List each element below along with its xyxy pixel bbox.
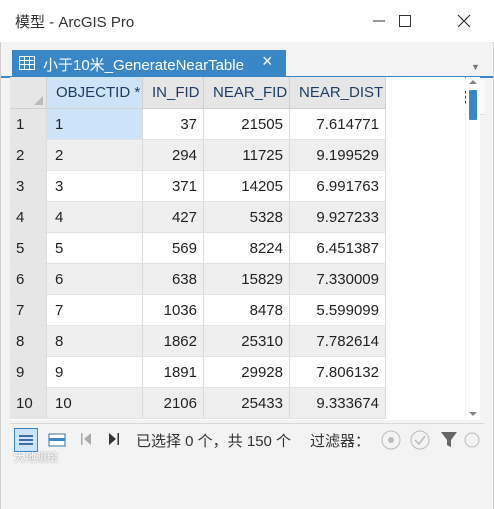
table-cell[interactable]: 7.614771 bbox=[290, 109, 386, 140]
table-cell[interactable]: 29928 bbox=[204, 357, 290, 388]
table-cell[interactable]: 2 bbox=[47, 140, 143, 171]
table-cell[interactable]: 5.599099 bbox=[290, 295, 386, 326]
last-record-icon[interactable] bbox=[108, 432, 120, 451]
table-cell[interactable]: 10 bbox=[47, 388, 143, 419]
list-view-icon bbox=[19, 435, 33, 445]
table-cell[interactable]: 15829 bbox=[204, 264, 290, 295]
row-header[interactable]: 3 bbox=[10, 171, 47, 202]
table-cell[interactable]: 3 bbox=[47, 171, 143, 202]
table-cell[interactable]: 9.333674 bbox=[290, 388, 386, 419]
maximize-button[interactable] bbox=[382, 0, 428, 42]
selected-list-icon bbox=[48, 433, 66, 447]
table-cell[interactable]: 9 bbox=[47, 357, 143, 388]
row-header[interactable]: 10 bbox=[10, 388, 47, 419]
table-cell[interactable]: 1862 bbox=[143, 326, 204, 357]
table-icon bbox=[19, 56, 35, 75]
row-header[interactable]: 7 bbox=[10, 295, 47, 326]
table-cell[interactable]: 25433 bbox=[204, 388, 290, 419]
column-header[interactable]: OBJECTID * bbox=[47, 77, 143, 109]
table-cell[interactable]: 371 bbox=[143, 171, 204, 202]
table-cell[interactable]: 1891 bbox=[143, 357, 204, 388]
filter-label: 过滤器： bbox=[310, 433, 371, 450]
first-record-icon[interactable] bbox=[80, 432, 92, 451]
table-cell[interactable]: 1 bbox=[47, 109, 143, 140]
table-cell[interactable]: 9.199529 bbox=[290, 140, 386, 171]
scroll-down-icon bbox=[469, 412, 477, 416]
filter-icon[interactable] bbox=[439, 429, 461, 456]
table-cell[interactable]: 9.927233 bbox=[290, 202, 386, 233]
tab-label: 小于10米_GenerateNearTable bbox=[43, 57, 244, 74]
column-header[interactable]: NEAR_FID bbox=[204, 77, 290, 109]
column-header[interactable]: IN_FID bbox=[143, 77, 204, 109]
table-cell[interactable]: 8224 bbox=[204, 233, 290, 264]
selection-count: 已选择 0 个，共 150 个 bbox=[136, 433, 292, 450]
filter-selection-icon[interactable] bbox=[409, 429, 431, 456]
row-header[interactable]: 5 bbox=[10, 233, 47, 264]
table-cell[interactable]: 11725 bbox=[204, 140, 290, 171]
table-cell[interactable]: 5328 bbox=[204, 202, 290, 233]
filter-extent-icon[interactable] bbox=[380, 429, 402, 456]
row-header[interactable]: 1 bbox=[10, 109, 47, 140]
row-header[interactable]: 9 bbox=[10, 357, 47, 388]
table-cell[interactable]: 7.782614 bbox=[290, 326, 386, 357]
table-cell[interactable]: 8478 bbox=[204, 295, 290, 326]
table-cell[interactable]: 25310 bbox=[204, 326, 290, 357]
tab-menu-chevron-icon[interactable]: ▼ bbox=[471, 62, 480, 72]
column-header[interactable]: NEAR_DIST bbox=[290, 77, 386, 109]
title-bar: 模型 - ArcGIS Pro bbox=[0, 0, 494, 42]
maximize-icon bbox=[399, 15, 411, 27]
watermark: 大地测绘 bbox=[14, 452, 58, 464]
row-header[interactable]: 8 bbox=[10, 326, 47, 357]
table-cell[interactable]: 7.330009 bbox=[290, 264, 386, 295]
window-title: 模型 - ArcGIS Pro bbox=[15, 14, 135, 31]
table-cell[interactable]: 1036 bbox=[143, 295, 204, 326]
table-cell[interactable]: 294 bbox=[143, 140, 204, 171]
table-cell[interactable]: 6.451387 bbox=[290, 233, 386, 264]
table-cell[interactable]: 14205 bbox=[204, 171, 290, 202]
zoom-settings-icon[interactable] bbox=[463, 429, 481, 456]
show-selected-records-button[interactable] bbox=[46, 429, 68, 451]
table-cell[interactable]: 8 bbox=[47, 326, 143, 357]
table-cell[interactable]: 21505 bbox=[204, 109, 290, 140]
tab-close-icon[interactable]: × bbox=[262, 51, 273, 72]
attribute-table-grid: OBJECTID * IN_FID NEAR_FID NEAR_DIST 1 1 37 215… bbox=[10, 77, 465, 420]
row-header[interactable]: 4 bbox=[10, 202, 47, 233]
tab-near-table[interactable]: 小于10米_GenerateNearTable × bbox=[12, 50, 286, 76]
vertical-scrollbar[interactable] bbox=[466, 77, 480, 420]
table-cell[interactable]: 6.991763 bbox=[290, 171, 386, 202]
row-header[interactable]: 2 bbox=[10, 140, 47, 171]
status-bar: 已选择 0 个，共 150 个 过滤器： bbox=[10, 423, 484, 456]
table-cell[interactable]: 5 bbox=[47, 233, 143, 264]
tab-strip: 小于10米_GenerateNearTable × ▼ bbox=[1, 50, 493, 78]
table-cell[interactable]: 638 bbox=[143, 264, 204, 295]
corner-triangle-icon bbox=[34, 96, 43, 105]
scroll-up-icon bbox=[469, 80, 477, 84]
close-button[interactable] bbox=[441, 0, 487, 42]
table-cell[interactable]: 569 bbox=[143, 233, 204, 264]
table-cell[interactable]: 2106 bbox=[143, 388, 204, 419]
scrollbar-thumb[interactable] bbox=[469, 90, 477, 120]
table-cell[interactable]: 6 bbox=[47, 264, 143, 295]
close-icon bbox=[457, 14, 471, 28]
table-cell[interactable]: 4 bbox=[47, 202, 143, 233]
select-all-corner[interactable] bbox=[10, 77, 47, 109]
table-cell[interactable]: 7 bbox=[47, 295, 143, 326]
row-header[interactable]: 6 bbox=[10, 264, 47, 295]
table-cell[interactable]: 37 bbox=[143, 109, 204, 140]
table-cell[interactable]: 7.806132 bbox=[290, 357, 386, 388]
table-cell[interactable]: 427 bbox=[143, 202, 204, 233]
